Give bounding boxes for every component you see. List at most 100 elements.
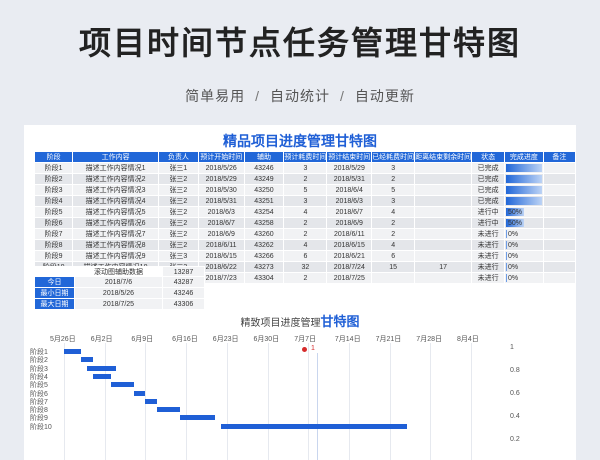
column-header: 预计开始时间 (197, 151, 245, 163)
legend-marker (302, 347, 307, 352)
info-label: 最大日期 (34, 298, 75, 310)
column-header: 辅助 (243, 151, 285, 163)
cell-remain (414, 173, 473, 185)
date-info-row: 最大日期 2018/7/25 43306 (34, 298, 205, 310)
cell-note (542, 162, 576, 174)
secondary-axis-tick: 0.4 (510, 413, 520, 420)
cell-stage: 阶段4 (33, 195, 74, 207)
cell-end: 2018/6/4 (326, 184, 373, 196)
progress-cell: 50% (503, 217, 544, 229)
cell-end: 2018/5/29 (326, 162, 373, 174)
cell-content: 描述工作内容情况6 (72, 217, 159, 229)
gantt-date-label: 6月16日 (172, 336, 198, 343)
feature-auto-stats: 自动统计 (270, 88, 330, 104)
progress-text (505, 176, 508, 183)
cell-end: 2018/7/24 (326, 261, 373, 273)
gantt-date-label: 6月23日 (212, 336, 239, 343)
feature-auto-update: 自动更新 (354, 88, 415, 104)
progress-cell: 0% (503, 239, 544, 251)
cell-status: 已完成 (471, 184, 505, 196)
cell-note (542, 206, 576, 218)
cell-plan-days: 6 (283, 250, 328, 262)
cell-status: 未进行 (471, 228, 505, 240)
gantt-title-emph: 甘特图 (320, 314, 360, 329)
secondary-axis-tick: 0.6 (510, 390, 520, 397)
cell-content: 描述工作内容情况7 (72, 228, 159, 240)
cell-stage: 阶段2 (33, 173, 74, 185)
cell-end: 2018/6/7 (326, 206, 373, 218)
cell-spent: 4 (371, 239, 416, 251)
cell-spent: 2 (371, 217, 416, 229)
cell-stage: 阶段6 (33, 217, 74, 229)
table-row: 阶段6 描述工作内容情况6 张三2 2018/6/7 43258 2 2018/6/9 2 进行… (33, 217, 576, 229)
cell-start: 2018/5/29 (197, 173, 245, 185)
cell-aux: 43260 (243, 228, 285, 240)
cell-aux: 43251 (243, 195, 285, 207)
column-header: 预计耗费时间 (283, 151, 328, 163)
gantt-gridline (104, 343, 106, 460)
gantt-date-label: 6月30日 (253, 336, 280, 343)
cell-aux: 43250 (243, 184, 285, 196)
gantt-date-label: 7月28日 (416, 336, 442, 343)
cell-stage: 阶段8 (33, 239, 74, 251)
cell-start: 2018/6/22 (197, 261, 245, 273)
cell-remain (414, 162, 473, 174)
cell-start: 2018/5/31 (197, 195, 245, 207)
info-label: 最小日期 (34, 287, 75, 299)
gantt-gridline (267, 343, 269, 460)
progress-cell: 50% (503, 206, 544, 218)
gantt-task-bar (133, 390, 146, 396)
progress-bar (505, 197, 542, 205)
table-row: 阶段7 描述工作内容情况7 张三2 2018/6/9 43260 2 2018/6/11 2 未… (33, 228, 576, 240)
cell-owner: 张三2 (157, 217, 199, 229)
cell-end: 2018/5/31 (326, 173, 373, 185)
cell-note (542, 250, 576, 262)
progress-text (505, 198, 508, 205)
gantt-date-label: 7月14日 (334, 336, 361, 343)
cell-remain (414, 195, 473, 207)
gantt-date-label: 8月4日 (457, 336, 479, 343)
gantt-task-bar (87, 365, 117, 371)
cell-end: 2018/6/9 (326, 217, 373, 229)
progress-text: 50% (507, 219, 522, 227)
cell-start: 2018/6/15 (197, 250, 245, 262)
progress-text: 0% (507, 241, 519, 249)
gantt-title: 精致项目进度管理甘特图 (24, 311, 576, 330)
column-header: 完成进度 (503, 151, 544, 163)
cell-plan-days: 3 (283, 162, 328, 174)
gantt-date-label: 7月7日 (294, 336, 316, 343)
progress-text (505, 187, 508, 194)
cell-remain (414, 250, 473, 262)
table-row: 阶段8 描述工作内容情况8 张三2 2018/6/11 43262 4 2018/6/15 4… (33, 239, 576, 251)
info-value: 43306 (162, 298, 205, 310)
cell-start: 2018/5/30 (197, 184, 245, 196)
progress-text: 0% (507, 230, 519, 238)
cell-note (542, 184, 576, 196)
date-info-table: 今日 2018/7/6 43287 最小日期 2018/5/26 43246 最大日期 201… (34, 276, 205, 310)
cell-status: 已完成 (471, 173, 505, 185)
progress-cell: 0% (503, 228, 544, 240)
column-header: 阶段 (33, 151, 74, 163)
cell-aux: 43249 (243, 173, 285, 185)
cell-remain (414, 228, 473, 240)
cell-owner: 张三1 (157, 162, 199, 174)
progress-cell (503, 195, 544, 207)
cell-note (542, 228, 576, 240)
cell-plan-days: 3 (283, 195, 328, 207)
cell-note (542, 173, 576, 185)
info-date: 2018/5/26 (74, 287, 163, 299)
cell-remain (414, 239, 473, 251)
cell-start: 2018/6/7 (197, 217, 245, 229)
secondary-axis-tick: 1 (510, 344, 514, 351)
cell-status: 未进行 (471, 261, 505, 273)
separator: / (340, 88, 345, 104)
info-date: 2018/7/25 (74, 298, 163, 310)
progress-cell: 0% (503, 261, 544, 273)
cell-start: 2018/7/23 (197, 272, 245, 284)
gantt-gridline (430, 343, 432, 460)
cell-owner: 张三2 (157, 184, 199, 196)
column-header: 备注 (542, 151, 576, 163)
cell-status: 已完成 (471, 195, 505, 207)
today-marker-line (317, 353, 318, 460)
cell-plan-days: 2 (283, 228, 328, 240)
